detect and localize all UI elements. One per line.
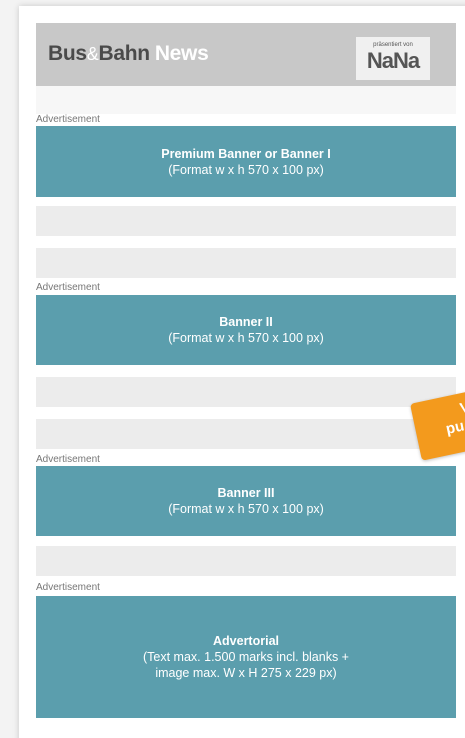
banner-format-3: (Format w x h 570 x 100 px) (168, 502, 324, 516)
banner-title-3: Banner III (217, 486, 275, 500)
content-placeholder-4 (36, 419, 456, 449)
ad-label-2: Advertisement (36, 282, 100, 293)
newsletter-header: Bus&Bahn News präsentiert von NaNa (36, 23, 456, 86)
nana-logo: NaNa (366, 48, 420, 73)
logo-news: News (154, 42, 209, 65)
header-gap (36, 86, 456, 114)
content-placeholder-2 (36, 248, 456, 278)
banner-format-2: (Format w x h 570 x 100 px) (168, 331, 324, 345)
content-placeholder-1 (36, 206, 456, 236)
logo-ampersand: & (86, 44, 99, 64)
banner-title-1: Premium Banner or Banner I (161, 146, 331, 161)
badge-text-line-2: pu (444, 417, 465, 438)
banner-ii-slot[interactable]: Banner II (Format w x h 570 x 100 px) (36, 295, 456, 365)
advertorial-text-line-1: (Text max. 1.500 marks incl. blanks + (143, 650, 349, 664)
bus-bahn-news-logo: Bus&Bahn News (48, 41, 209, 67)
premium-banner-slot[interactable]: Premium Banner or Banner I (Format w x h… (36, 126, 456, 197)
logo-bus: Bus (48, 42, 87, 65)
advertorial-title: Advertorial (213, 634, 279, 648)
ad-label-3: Advertisement (36, 454, 100, 465)
advertorial-slot[interactable]: Advertorial (Text max. 1.500 marks incl.… (36, 596, 456, 718)
banner-iii-slot[interactable]: Banner III (Format w x h 570 x 100 px) (36, 466, 456, 536)
ad-label-1: Advertisement (36, 114, 100, 125)
logo-bahn: Bahn (98, 42, 151, 65)
badge-text-line-1: V (458, 398, 465, 418)
presented-by-box: präsentiert von NaNa (356, 37, 430, 80)
content-placeholder-5 (36, 546, 456, 576)
banner-title-2: Banner II (219, 315, 273, 329)
banner-format-1: (Format w x h 570 x 100 px) (168, 162, 324, 177)
advertorial-text-line-2: image max. W x H 275 x 229 px) (155, 666, 337, 680)
page: Bus&Bahn News präsentiert von NaNa Advert… (0, 0, 465, 738)
ad-label-4: Advertisement (36, 582, 100, 593)
content-placeholder-3 (36, 377, 456, 407)
